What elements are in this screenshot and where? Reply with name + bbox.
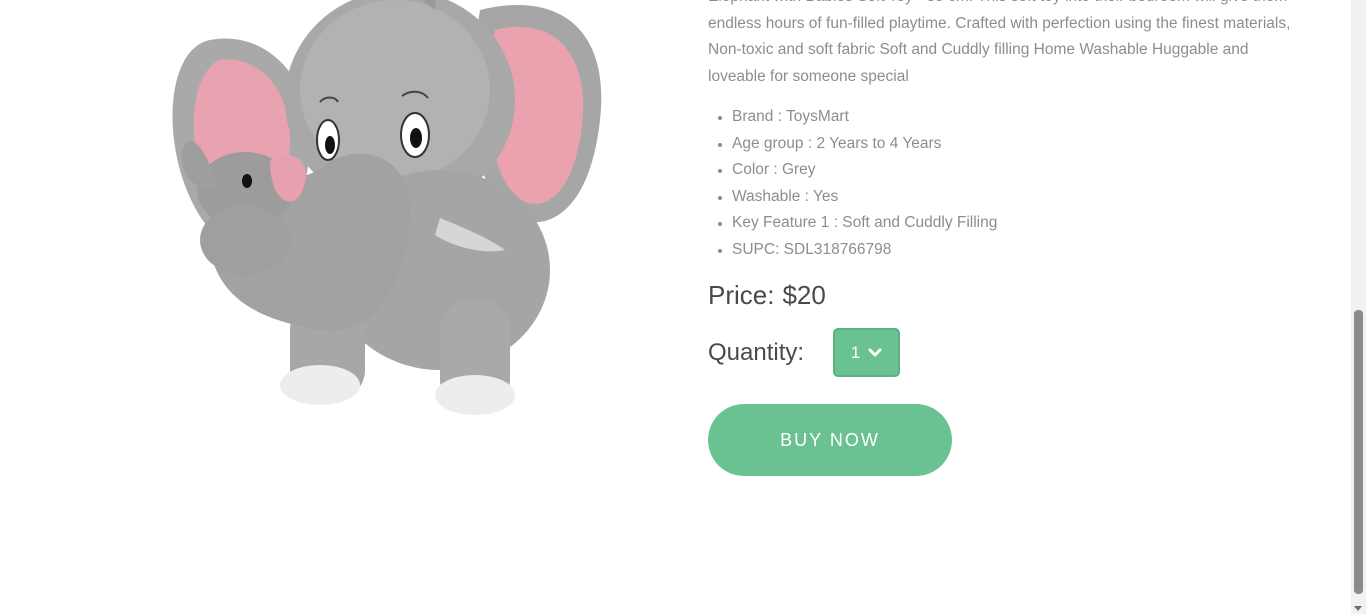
vertical-scrollbar[interactable] [1351, 0, 1366, 614]
spec-item-age-group: Age group : 2 Years to 4 Years [732, 131, 1308, 158]
product-description: Elephant with Babies Soft Toy - 35 cm. T… [708, 0, 1291, 85]
product-page: Elephant with Babies Soft Toy - 35 cm. T… [0, 0, 1366, 614]
product-image [150, 0, 630, 430]
buy-now-button[interactable]: BUY NOW [708, 404, 952, 476]
price: Price: $20 [708, 280, 826, 311]
spec-item-color: Color : Grey [732, 157, 1308, 184]
spec-item-supc: SUPC: SDL318766798 [732, 237, 1308, 264]
spec-item-washable: Washable : Yes [732, 184, 1308, 211]
spec-item-key-feature: Key Feature 1 : Soft and Cuddly Filling [732, 210, 1308, 237]
quantity-label: Quantity: [708, 338, 805, 366]
spec-list: Brand : ToysMart Age group : 2 Years to … [708, 104, 1308, 263]
price-label: Price: [708, 280, 775, 310]
scroll-down-arrow-icon[interactable] [1354, 606, 1362, 611]
product-details: Elephant with Babies Soft Toy - 35 cm. T… [708, 0, 1308, 263]
scrollbar-thumb[interactable] [1354, 310, 1363, 594]
elephant-plush-image [172, 0, 602, 415]
quantity-row: Quantity: 1 [708, 328, 900, 377]
quantity-select[interactable]: 1 [833, 328, 900, 377]
price-value: $20 [782, 280, 826, 310]
quantity-value: 1 [850, 342, 861, 362]
chevron-down-icon [868, 348, 882, 356]
spec-item-brand: Brand : ToysMart [732, 104, 1308, 131]
